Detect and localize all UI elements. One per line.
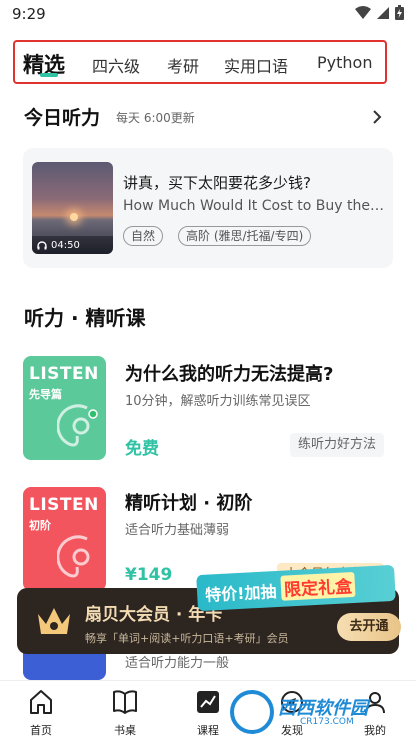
chart-icon	[197, 691, 219, 713]
signal-icon	[377, 6, 389, 19]
activate-button[interactable]: 去开通	[337, 613, 401, 641]
status-icons	[355, 5, 404, 20]
watermark-logo: 西西软件园 CR173.COM	[230, 690, 390, 734]
course-cover[interactable]: LISTEN 初阶	[23, 487, 106, 591]
course-cover[interactable]: LISTEN 先导篇	[23, 356, 106, 460]
active-tab-indicator	[40, 73, 58, 77]
watermark-circle	[230, 690, 274, 734]
section-title: 听力 · 精听课	[24, 306, 146, 330]
battery-icon	[395, 5, 404, 20]
daily-update-time: 每天 6:00更新	[116, 111, 195, 125]
promo-highlight: 限定礼盒	[280, 571, 356, 601]
tab-postgrad[interactable]: 考研	[167, 53, 199, 77]
nav-home[interactable]: 首页	[6, 681, 76, 740]
cover-word: LISTEN	[29, 495, 99, 515]
watermark-domain: CR173.COM	[300, 717, 354, 727]
tab-spoken[interactable]: 实用口语	[224, 53, 288, 77]
promo-text: 特价!加抽	[204, 582, 277, 605]
status-time: 9:29	[12, 5, 46, 23]
chevron-right-icon[interactable]	[372, 110, 382, 124]
course-title[interactable]: 为什么我的听力无法提高?	[125, 360, 333, 386]
daily-listening-title: 今日听力	[24, 107, 101, 129]
nav-label: 首页	[30, 724, 52, 737]
tag-topic: 自然	[123, 226, 164, 246]
nav-desk[interactable]: 书桌	[90, 681, 160, 740]
sun-glow	[70, 213, 78, 221]
course-desc: 10分钟，解惑听力训练常见误区	[125, 394, 311, 409]
daily-item-title-en: How Much Would It Cost to Buy the Sun?	[123, 198, 385, 214]
tab-cet[interactable]: 四六级	[92, 53, 140, 77]
daily-listening-card[interactable]: 04:50 讲真，买下太阳要花多少钱? How Much Would It Co…	[23, 148, 393, 268]
headphones-icon	[37, 240, 47, 249]
tab-python[interactable]: Python	[317, 53, 372, 72]
course-title[interactable]: 精听计划 · 初阶	[125, 489, 252, 515]
course-desc: 适合听力能力一般	[125, 656, 230, 671]
course-price: 免费	[125, 439, 159, 459]
status-bar: 9:29	[0, 0, 416, 30]
sunset-thumbnail: 04:50	[32, 162, 113, 254]
cover-subtitle: 初阶	[29, 519, 51, 532]
duration-overlay: 04:50	[32, 236, 113, 254]
duration-text: 04:50	[51, 239, 80, 251]
nav-label: 书桌	[114, 724, 136, 737]
member-desc: 畅享「单词+阅读+听力口语+考研」会员	[85, 632, 289, 645]
crown-icon	[38, 608, 70, 634]
category-tabs: 精选 四六级 考研 实用口语 Python	[13, 40, 387, 84]
ear-icon	[57, 535, 90, 578]
daily-item-title-cn: 讲真，买下太阳要花多少钱?	[123, 174, 311, 192]
cover-subtitle: 先导篇	[29, 388, 62, 401]
wifi-icon	[355, 5, 371, 19]
home-icon	[30, 690, 52, 714]
tag-level: 高阶 (雅思/托福/专四)	[178, 226, 312, 246]
ear-icon	[57, 404, 98, 447]
course-chip: 练听力好方法	[289, 433, 384, 457]
book-icon	[113, 690, 137, 714]
cover-word: LISTEN	[29, 364, 99, 384]
course-desc: 适合听力基础薄弱	[125, 523, 230, 538]
course-price: ¥149	[125, 565, 173, 585]
